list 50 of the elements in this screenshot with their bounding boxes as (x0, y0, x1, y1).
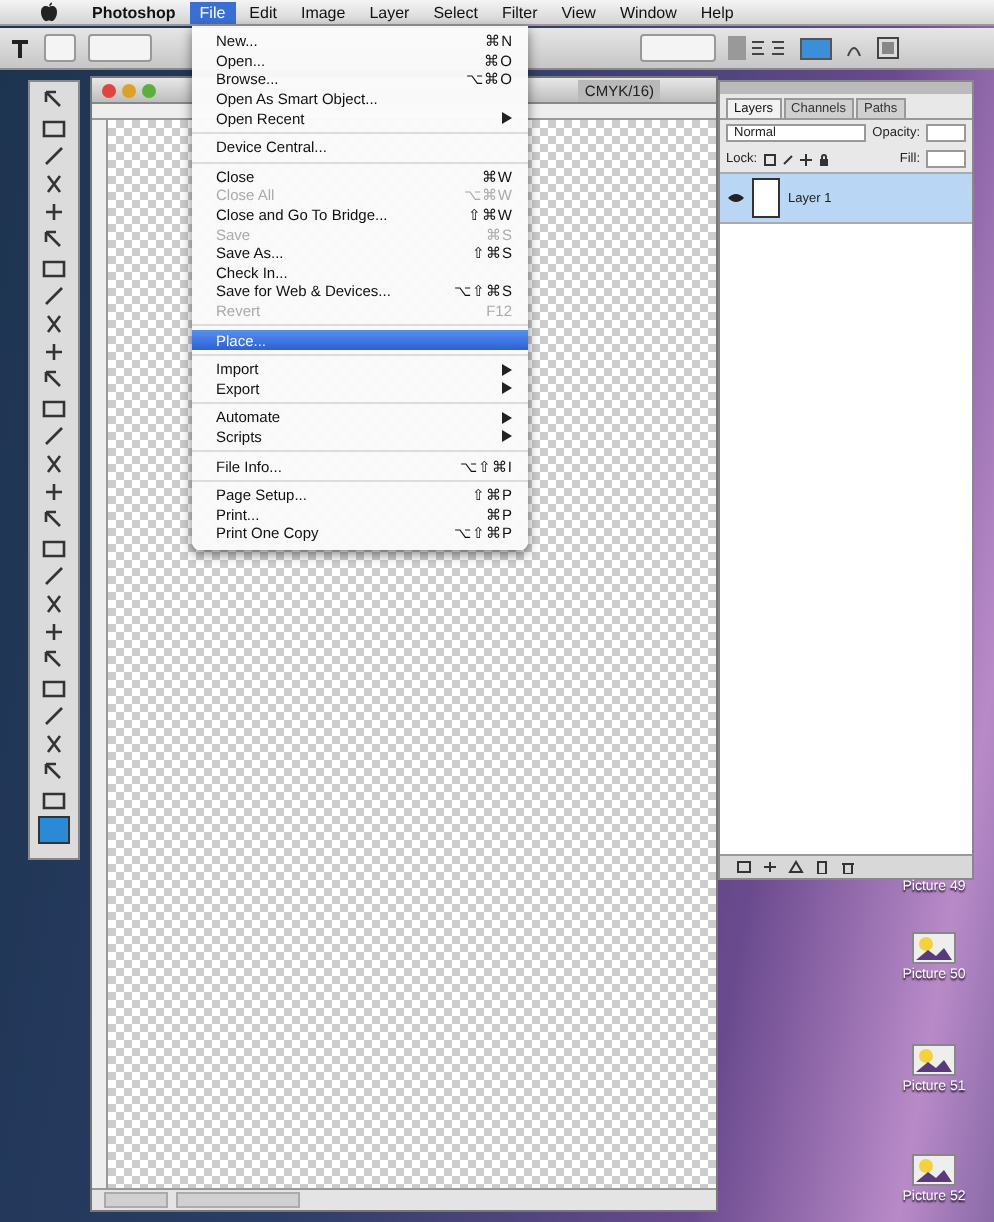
brush-icon[interactable] (781, 153, 794, 165)
eye-icon[interactable] (728, 192, 744, 204)
panel-button-icon[interactable] (840, 860, 856, 874)
zoom-field[interactable] (104, 1192, 168, 1208)
panel-button-icon[interactable] (762, 860, 778, 874)
opacity-field[interactable] (926, 124, 966, 142)
lock-icon[interactable] (817, 153, 830, 165)
tool-icon[interactable] (40, 536, 68, 560)
menu-bar-item[interactable]: Help (690, 1, 744, 23)
menu-bar-item[interactable]: File (189, 1, 236, 23)
apple-icon[interactable] (40, 2, 58, 22)
menu-bar-item[interactable]: Layer (359, 1, 420, 23)
menu-bar-item[interactable]: Edit (239, 1, 287, 23)
tool-icon[interactable] (40, 340, 68, 364)
panels-icon[interactable] (876, 36, 900, 60)
color-swatch[interactable] (38, 816, 70, 844)
tool-icon[interactable] (40, 200, 68, 224)
close-button[interactable] (102, 83, 116, 97)
image-file-icon[interactable] (912, 1154, 956, 1186)
dropdown-field[interactable] (44, 34, 76, 62)
tool-icon[interactable] (40, 144, 68, 168)
move-icon[interactable] (799, 153, 812, 165)
tool-icon[interactable] (40, 256, 68, 280)
tool-icon[interactable] (40, 788, 68, 812)
tool-icon[interactable] (40, 564, 68, 588)
menu-bar-item[interactable]: Select (423, 1, 488, 23)
type-tool-icon[interactable] (8, 36, 32, 60)
menu-bar-item[interactable]: Filter (491, 1, 548, 23)
menu-bar-item[interactable]: Image (290, 1, 356, 23)
tool-icon[interactable] (40, 620, 68, 644)
tool-icon[interactable] (40, 704, 68, 728)
tool-icon[interactable] (40, 676, 68, 700)
panel-button-icon[interactable] (736, 860, 752, 874)
fill-field[interactable] (926, 150, 966, 168)
tool-icon[interactable] (40, 424, 68, 448)
tool-icon[interactable] (40, 116, 68, 140)
menu-bar-item[interactable]: Window (609, 1, 687, 23)
layer-thumbnail (752, 178, 780, 218)
antialias-dropdown[interactable] (640, 34, 716, 62)
menu-bar-item[interactable]: Photoshop (82, 1, 186, 23)
align-icon[interactable] (728, 36, 788, 60)
image-file-icon[interactable] (912, 932, 956, 964)
menu-bar-item[interactable]: View (551, 1, 606, 23)
color-swatch[interactable] (800, 37, 832, 59)
tool-icon[interactable] (40, 396, 68, 420)
lock-transparency-icon[interactable] (763, 153, 776, 165)
tool-icon[interactable] (40, 480, 68, 504)
image-file-icon[interactable] (912, 1044, 956, 1076)
tool-icon[interactable] (40, 284, 68, 308)
font-field[interactable] (88, 34, 152, 62)
